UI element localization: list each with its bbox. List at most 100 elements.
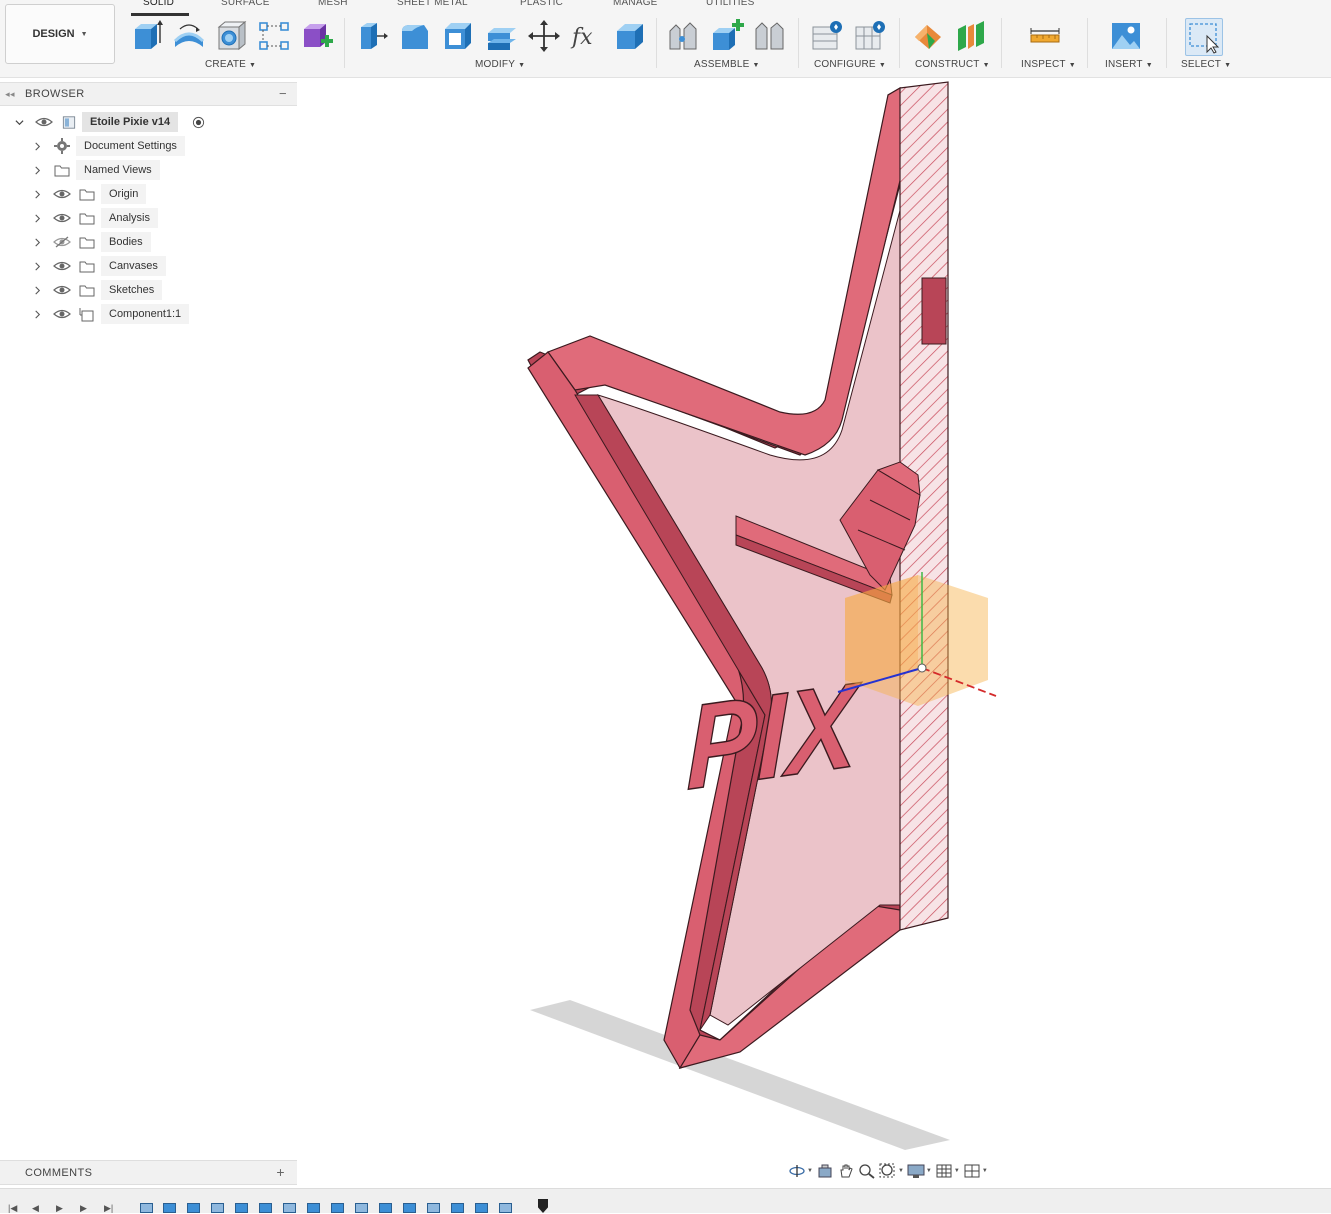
tree-item-bodies[interactable]: Bodies <box>0 231 297 253</box>
last-frame-icon[interactable]: ▶| <box>104 1203 113 1214</box>
parameters-icon[interactable]: fx <box>569 18 605 54</box>
construct-menu[interactable]: CONSTRUCT ▼ <box>915 59 990 70</box>
eye-hidden-icon[interactable] <box>53 236 71 248</box>
fit-icon[interactable]: ▼ <box>879 1161 904 1181</box>
next-frame-icon[interactable]: ▶ <box>80 1203 87 1214</box>
eye-icon[interactable] <box>53 212 71 224</box>
chevron-right-icon[interactable] <box>31 188 43 200</box>
replace-face-icon[interactable] <box>612 18 648 54</box>
tab-utilities[interactable]: UTILITIES <box>706 0 754 8</box>
modify-menu[interactable]: MODIFY ▼ <box>475 59 525 70</box>
chevron-right-icon[interactable] <box>31 140 43 152</box>
shell-icon[interactable] <box>440 18 476 54</box>
timeline-feature-icon[interactable] <box>259 1203 272 1213</box>
browser-panel: ◂◂ BROWSER − Etoile Pixie v14 Document S… <box>0 82 297 332</box>
new-component-assemble-icon[interactable] <box>709 18 745 54</box>
tree-item-sketches[interactable]: Sketches <box>0 279 297 301</box>
offset-plane-icon[interactable] <box>910 18 946 54</box>
hole-icon[interactable] <box>214 18 250 54</box>
timeline-feature-icon[interactable] <box>403 1203 416 1213</box>
toolbar-divider <box>344 18 345 68</box>
tree-item-named-views[interactable]: Named Views <box>0 159 297 181</box>
move-icon[interactable] <box>526 18 562 54</box>
joint-icon[interactable] <box>666 18 702 54</box>
chevron-down-icon[interactable] <box>13 116 25 128</box>
tree-item-component[interactable]: Component1:1 <box>0 303 297 325</box>
canvas-viewport[interactable]: PIX <box>297 78 1331 1158</box>
timeline-feature-icon[interactable] <box>355 1203 368 1213</box>
tree-item-document-settings[interactable]: Document Settings <box>0 135 297 157</box>
configure-rule-icon[interactable] <box>852 18 888 54</box>
timeline-feature-icon[interactable] <box>499 1203 512 1213</box>
tree-item-canvases[interactable]: Canvases <box>0 255 297 277</box>
tree-item-analysis[interactable]: Analysis <box>0 207 297 229</box>
create-menu[interactable]: CREATE ▼ <box>205 59 256 70</box>
assemble-menu[interactable]: ASSEMBLE ▼ <box>694 59 760 70</box>
measure-icon[interactable] <box>1027 18 1063 54</box>
tab-solid[interactable]: SOLID <box>143 0 174 8</box>
tab-manage[interactable]: MANAGE <box>613 0 658 8</box>
eye-icon[interactable] <box>53 260 71 272</box>
timeline-feature-icon[interactable] <box>235 1203 248 1213</box>
new-component-icon[interactable] <box>299 18 335 54</box>
timeline-feature-icon[interactable] <box>163 1203 176 1213</box>
minimize-icon[interactable]: − <box>279 86 287 101</box>
configure-table-icon[interactable] <box>809 18 845 54</box>
eye-icon[interactable] <box>35 116 53 128</box>
timeline-feature-icon[interactable] <box>140 1203 153 1213</box>
collapse-panel-icon[interactable]: ◂◂ <box>0 89 20 100</box>
display-settings-icon[interactable]: ▼ <box>907 1161 932 1181</box>
chevron-right-icon[interactable] <box>31 308 43 320</box>
add-comment-icon[interactable]: + <box>276 1164 285 1180</box>
tab-sheet-metal[interactable]: SHEET METAL <box>397 0 468 8</box>
viewports-icon[interactable]: ▼ <box>963 1161 988 1181</box>
workspace-switcher[interactable]: DESIGN ▼ <box>5 4 115 64</box>
tab-plastic[interactable]: PLASTIC <box>520 0 563 8</box>
timeline-feature-icon[interactable] <box>331 1203 344 1213</box>
window-select-icon[interactable] <box>1185 18 1223 56</box>
timeline-feature-icon[interactable] <box>427 1203 440 1213</box>
tab-mesh[interactable]: MESH <box>318 0 348 8</box>
tab-surface[interactable]: SURFACE <box>221 0 270 8</box>
chevron-right-icon[interactable] <box>31 284 43 296</box>
chevron-right-icon[interactable] <box>31 260 43 272</box>
extrude-icon[interactable] <box>128 18 164 54</box>
inspect-menu[interactable]: INSPECT ▼ <box>1021 59 1076 70</box>
sketch-pattern-icon[interactable] <box>256 18 292 54</box>
chevron-right-icon[interactable] <box>31 236 43 248</box>
activate-radio-icon[interactable] <box>192 116 205 129</box>
tree-root[interactable]: Etoile Pixie v14 <box>0 111 297 133</box>
timeline-feature-icon[interactable] <box>379 1203 392 1213</box>
as-built-joint-icon[interactable] <box>752 18 788 54</box>
play-icon[interactable]: ▶ <box>56 1203 63 1214</box>
insert-menu[interactable]: INSERT ▼ <box>1105 59 1153 70</box>
timeline-feature-icon[interactable] <box>475 1203 488 1213</box>
look-at-icon[interactable] <box>816 1161 834 1181</box>
combine-icon[interactable] <box>483 18 519 54</box>
revolve-icon[interactable] <box>171 18 207 54</box>
timeline-feature-icon[interactable] <box>283 1203 296 1213</box>
model-render[interactable]: PIX <box>297 78 1331 1158</box>
grid-icon[interactable]: ▼ <box>935 1161 960 1181</box>
midplane-icon[interactable] <box>953 18 989 54</box>
timeline-feature-icon[interactable] <box>187 1203 200 1213</box>
pan-icon[interactable] <box>837 1161 855 1181</box>
timeline-feature-icon[interactable] <box>307 1203 320 1213</box>
timeline-feature-icon[interactable] <box>211 1203 224 1213</box>
first-frame-icon[interactable]: |◀ <box>8 1203 17 1214</box>
timeline-feature-icon[interactable] <box>451 1203 464 1213</box>
tree-item-origin[interactable]: Origin <box>0 183 297 205</box>
eye-icon[interactable] <box>53 308 71 320</box>
eye-icon[interactable] <box>53 284 71 296</box>
orbit-icon[interactable]: ▼ <box>788 1161 813 1181</box>
configure-menu[interactable]: CONFIGURE ▼ <box>814 59 886 70</box>
fillet-icon[interactable] <box>397 18 433 54</box>
previous-frame-icon[interactable]: ◀ <box>32 1203 39 1214</box>
zoom-icon[interactable] <box>858 1161 876 1181</box>
chevron-right-icon[interactable] <box>31 212 43 224</box>
insert-image-icon[interactable] <box>1108 18 1144 54</box>
select-menu[interactable]: SELECT ▼ <box>1181 59 1231 70</box>
chevron-right-icon[interactable] <box>31 164 43 176</box>
eye-icon[interactable] <box>53 188 71 200</box>
press-pull-icon[interactable] <box>354 18 390 54</box>
